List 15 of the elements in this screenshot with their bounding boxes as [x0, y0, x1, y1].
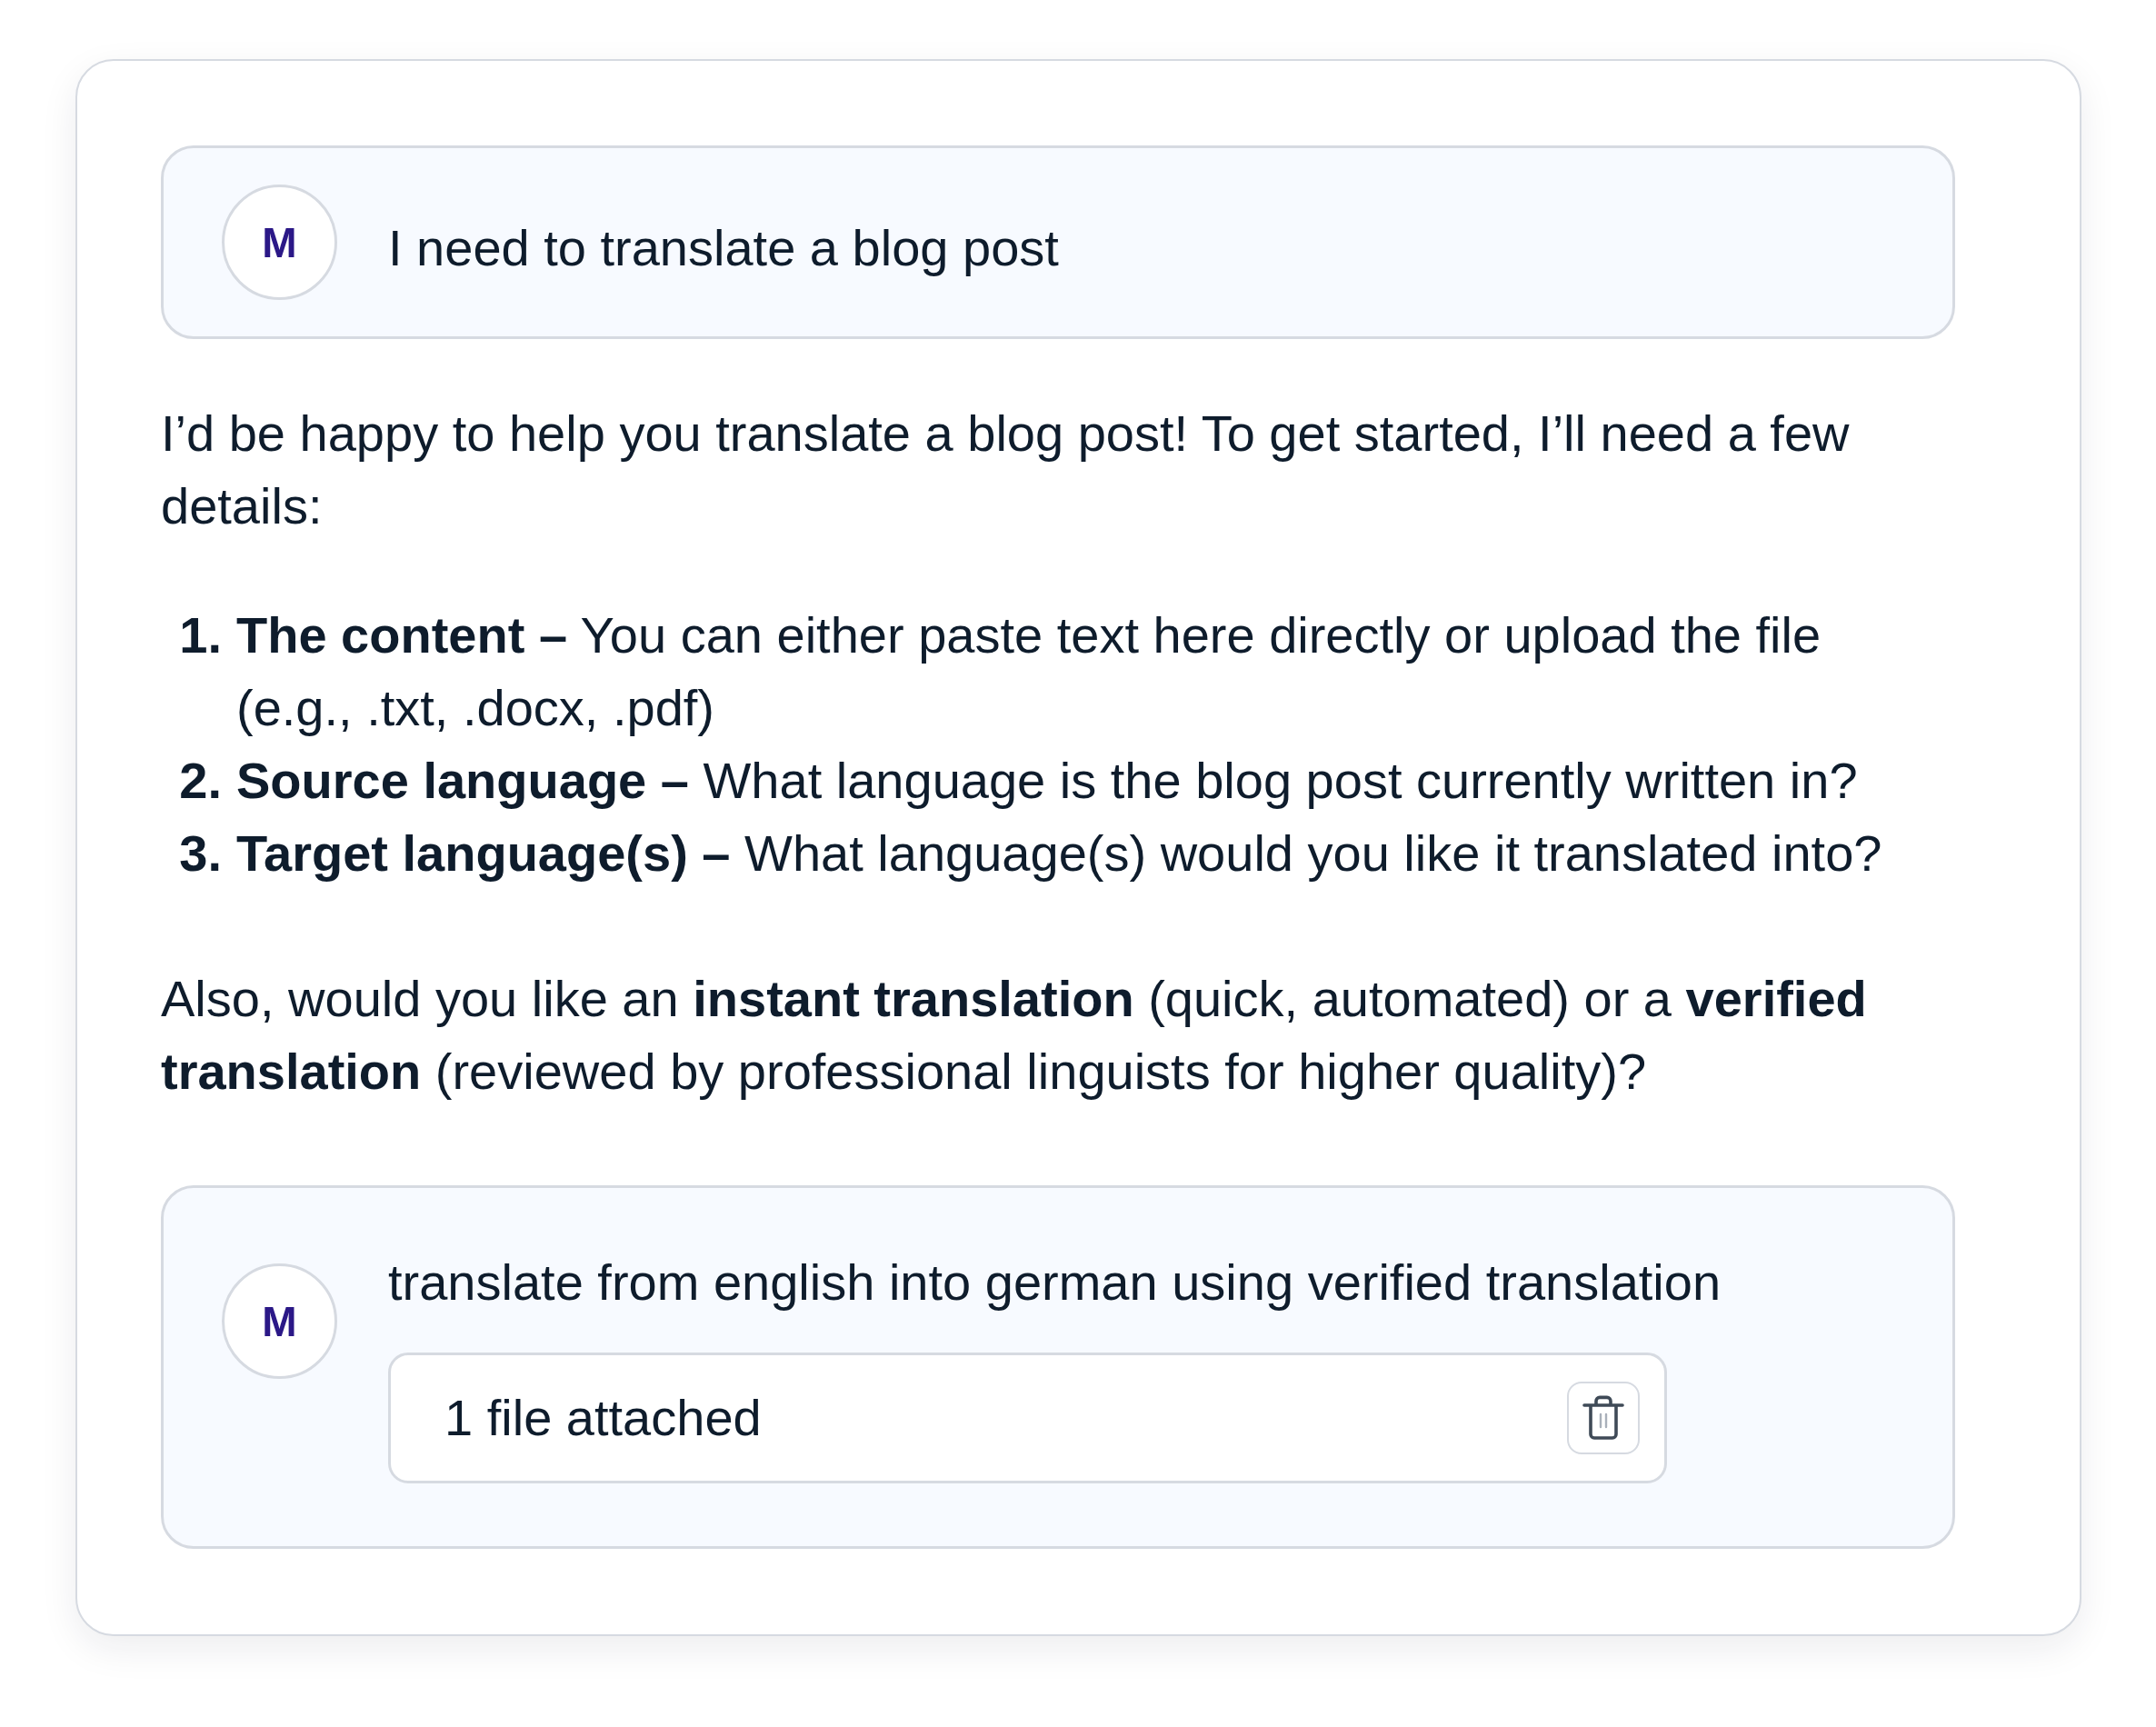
attachment-label: 1 file attached — [444, 1388, 762, 1448]
list-number: 2. — [178, 751, 222, 811]
trash-icon — [1582, 1395, 1624, 1441]
list-item-text: Target language(s) – What language(s) would you like it translated into? — [236, 824, 1883, 883]
message-text: I need to translate a blog post — [388, 217, 1060, 278]
assistant-paragraph: Also, would you like an instant translation (quick, automated) or a verified translation (reviewed by professional linguists for higher quality)? — [161, 969, 1868, 1102]
message-text: translate from english into german using verified translation — [388, 1253, 1722, 1313]
user-avatar: M — [222, 185, 337, 300]
delete-button[interactable] — [1567, 1382, 1640, 1454]
user-avatar: M — [222, 1263, 337, 1379]
assistant-paragraph: I’d be happy to help you translate a blog post! To get started, I’ll need a few details: — [161, 404, 1851, 536]
list-number: 3. — [178, 824, 222, 883]
list-number: 1. — [178, 605, 222, 665]
list-item-text: The content – You can either paste text here directly or upload the file (e.g., .txt, .docx, .pdf) — [236, 605, 1822, 738]
list-item-text: Source language – What language is the blog post currently written in? — [236, 751, 1859, 811]
